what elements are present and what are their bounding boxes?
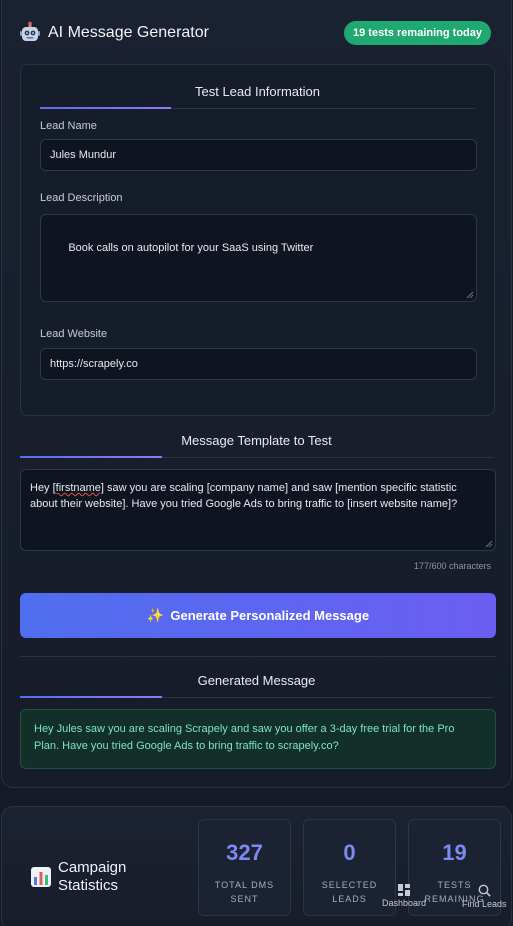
stats-title: Campaign Statistics [58, 859, 127, 894]
character-count: 177/600 characters [413, 561, 491, 571]
header: AI Message Generator 19 tests remaining … [18, 18, 491, 48]
message-generator-panel: AI Message Generator 19 tests remaining … [1, 0, 512, 788]
generated-message-text: Hey Jules saw you are scaling Scrapely a… [34, 723, 455, 752]
campaign-stats-panel: Campaign Statistics 327 TOTAL DMS SENT 0… [1, 806, 512, 926]
message-template-textarea[interactable]: Hey [firstname] saw you are scaling [com… [20, 469, 496, 551]
lead-name-input[interactable]: Jules Mundur [40, 139, 477, 171]
section-accent-line [40, 107, 171, 109]
lead-description-textarea[interactable]: Book calls on autopilot for your SaaS us… [40, 214, 477, 302]
section-divider [20, 656, 496, 657]
robot-icon [20, 21, 40, 41]
section-accent-line [20, 696, 162, 698]
lead-website-label: Lead Website [40, 328, 108, 340]
stat-value: 19 [442, 840, 467, 865]
generated-section-header: Generated Message [20, 668, 493, 698]
sparkles-icon: ✨ [146, 607, 165, 623]
resize-handle-icon[interactable] [485, 540, 493, 548]
stat-value: 327 [226, 840, 263, 865]
stat-value: 0 [343, 840, 356, 865]
bar-chart-icon [31, 867, 51, 887]
generated-message-box: Hey Jules saw you are scaling Scrapely a… [20, 709, 496, 769]
title-wrap: AI Message Generator [18, 21, 209, 45]
lead-website-input[interactable]: https://scrapely.co [40, 348, 477, 380]
generate-message-button[interactable]: ✨ Generate Personalized Message [20, 593, 496, 638]
template-spellcheck-word: [firstname] [52, 482, 104, 494]
lead-section-header: Test Lead Information [40, 79, 475, 109]
template-text-prefix: Hey [30, 482, 53, 494]
stat-label-line: SENT [230, 894, 259, 904]
tests-remaining-badge: 19 tests remaining today [344, 21, 491, 45]
lead-description-label: Lead Description [40, 192, 123, 204]
template-section-title: Message Template to Test [181, 433, 332, 448]
lead-name-label: Lead Name [40, 120, 97, 132]
app-title: AI Message Generator [48, 24, 209, 41]
search-icon [478, 884, 491, 897]
nav-find-leads-label: Find Leads [462, 899, 507, 909]
template-section-header: Message Template to Test [20, 428, 493, 458]
stats-title-wrap: Campaign Statistics [30, 859, 138, 895]
lead-info-card: Test Lead Information Lead Name Jules Mu… [20, 64, 495, 416]
resize-handle-icon[interactable] [466, 291, 474, 299]
stat-label-line: TOTAL DMS [214, 880, 275, 890]
stat-label: TOTAL DMS SENT [199, 878, 290, 906]
lead-section-title: Test Lead Information [194, 84, 321, 99]
dashboard-icon [398, 884, 411, 896]
section-accent-line [20, 456, 162, 458]
generate-button-label: Generate Personalized Message [170, 608, 370, 623]
stat-card-total-dms: 327 TOTAL DMS SENT [198, 819, 291, 916]
lead-description-text: Book calls on autopilot for your SaaS us… [68, 242, 314, 254]
nav-dashboard-label: Dashboard [382, 898, 427, 908]
nav-find-leads[interactable]: Find Leads [462, 884, 507, 909]
generated-section-title: Generated Message [197, 673, 316, 688]
nav-dashboard[interactable]: Dashboard [382, 884, 426, 908]
